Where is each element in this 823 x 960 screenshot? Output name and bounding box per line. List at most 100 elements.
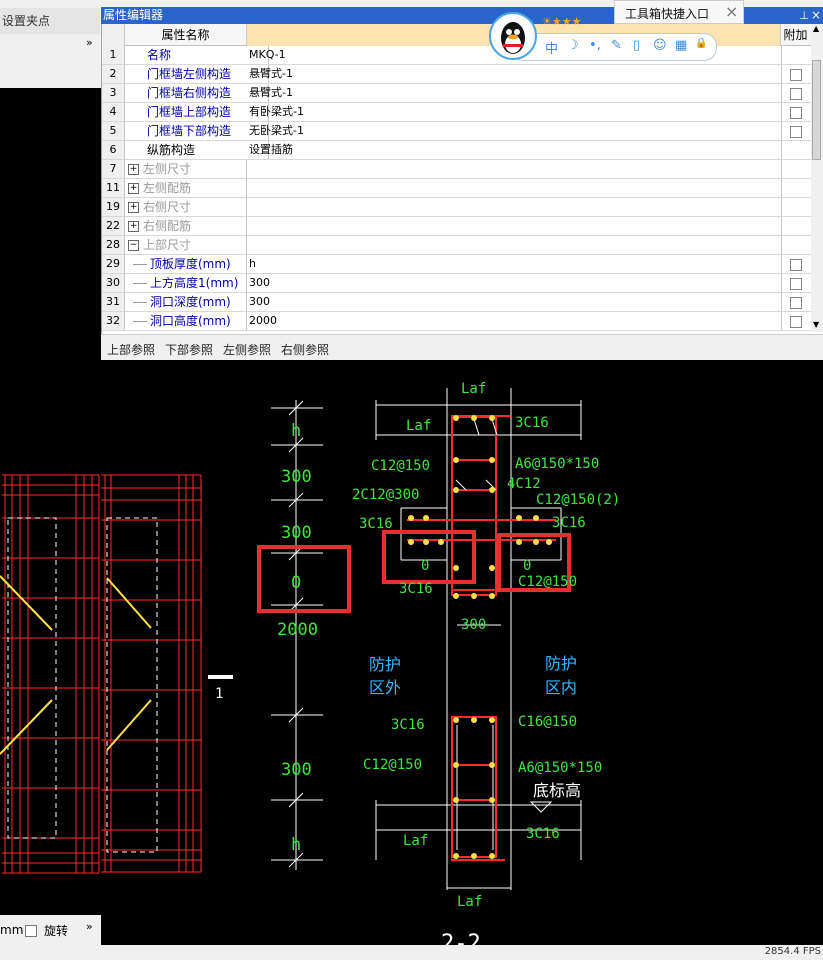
property-row[interactable]: 29 顶板厚度(mm) h — [102, 255, 811, 274]
chinese-input-icon[interactable]: 中 — [545, 38, 558, 57]
snap-point-button[interactable]: 设置夹点 — [0, 8, 100, 34]
section-stirrups — [455, 415, 498, 850]
pin-icon[interactable]: ⊥ — [799, 7, 809, 24]
add-checkbox[interactable] — [790, 297, 802, 309]
row-number: 5 — [102, 122, 125, 140]
property-name-label: 门框墙左侧构造 — [147, 67, 232, 81]
row-number: 29 — [102, 255, 125, 273]
label-zero-left: 0 — [421, 558, 429, 574]
row-number: 30 — [102, 274, 125, 292]
bottom-reference-button[interactable]: 下部参照 — [165, 341, 213, 358]
smiley-icon[interactable]: ☺ — [653, 38, 667, 53]
add-cell — [780, 141, 811, 159]
expand-more-button[interactable]: » — [86, 920, 93, 933]
property-value-cell[interactable]: 300 — [247, 293, 782, 311]
moon-icon[interactable]: ☽ — [567, 38, 579, 53]
property-value-cell[interactable]: 设置插筋 — [247, 141, 782, 159]
label-3c16-right: 3C16 — [552, 515, 586, 531]
property-name-cell: 洞口深度(mm) — [125, 293, 247, 311]
property-row[interactable]: 28− 上部尺寸 — [102, 236, 811, 255]
right-reference-button[interactable]: 右侧参照 — [281, 341, 329, 358]
label-c12-150-2: C12@150(2) — [536, 492, 620, 508]
add-checkbox[interactable] — [790, 107, 802, 119]
property-row[interactable]: 32 洞口高度(mm) 2000 — [102, 312, 811, 331]
property-value-cell[interactable] — [247, 217, 782, 235]
grid-scrollbar[interactable]: ▲ ▼ — [811, 24, 823, 332]
property-row[interactable]: 4 门框墙上部构造 有卧梁式-1 — [102, 103, 811, 122]
wrench-icon[interactable]: ✎ — [611, 38, 622, 53]
property-value-cell[interactable]: 无卧梁式-1 — [247, 122, 782, 140]
scroll-up-icon[interactable]: ▲ — [813, 24, 819, 33]
close-icon[interactable]: × — [811, 7, 821, 24]
property-value-cell[interactable]: 2000 — [247, 312, 782, 330]
left-reference-button[interactable]: 左侧参照 — [223, 341, 271, 358]
property-value-cell[interactable]: 悬臂式-1 — [247, 65, 782, 83]
property-name-cell: + 右侧配筋 — [125, 217, 247, 235]
property-row[interactable]: 6 纵筋构造 设置插筋 — [102, 141, 811, 160]
property-row[interactable]: 3 门框墙右侧构造 悬臂式-1 — [102, 84, 811, 103]
property-row[interactable]: 11 + 左侧配筋 — [102, 179, 811, 198]
label-3c16-top: 3C16 — [515, 415, 549, 431]
add-checkbox[interactable] — [790, 259, 802, 271]
zone-labels: 防护 区外 防护 区内 — [369, 654, 577, 697]
collapse-icon[interactable]: − — [128, 240, 139, 251]
label-300-mid: 300 — [461, 617, 486, 633]
rotate-label: 旋转 — [44, 924, 69, 938]
close-icon[interactable]: × — [725, 2, 738, 21]
property-row[interactable]: 22 + 右侧配筋 — [102, 217, 811, 236]
property-value-cell[interactable] — [247, 160, 782, 178]
left-drawing-svg — [0, 474, 100, 874]
property-value-cell[interactable]: h — [247, 255, 782, 273]
zone-outside-2: 区外 — [369, 678, 401, 697]
label-c12-150-top: C12@150 — [371, 458, 430, 474]
property-value-cell[interactable]: 300 — [247, 274, 782, 292]
property-row[interactable]: 7 + 左侧尺寸 — [102, 160, 811, 179]
property-value-cell[interactable] — [247, 236, 782, 254]
add-checkbox[interactable] — [790, 88, 802, 100]
property-value-cell[interactable] — [247, 198, 782, 216]
left-drawing-canvas[interactable] — [0, 88, 101, 915]
property-name-label: 门框墙下部构造 — [147, 124, 232, 138]
expand-icon[interactable]: + — [128, 221, 139, 232]
add-checkbox[interactable] — [790, 126, 802, 138]
property-row[interactable]: 5 门框墙下部构造 无卧梁式-1 — [102, 122, 811, 141]
property-name-cell: 顶板厚度(mm) — [125, 255, 247, 273]
add-checkbox[interactable] — [790, 69, 802, 81]
property-row[interactable]: 30 上方高度1(mm) 300 — [102, 274, 811, 293]
top-reference-button[interactable]: 上部参照 — [107, 341, 155, 358]
left-panel-bottom: mm 旋转 » — [0, 915, 101, 960]
expand-icon[interactable]: + — [128, 164, 139, 175]
property-grid: 属性名称 附加 1 名称 MKQ-1 2 门框墙左侧构造 悬臂式-1 3 门框墙右侧构造 悬臂式… — [101, 24, 823, 334]
dim-h-top: h — [291, 421, 301, 441]
sun-icon: ☀ — [542, 15, 552, 28]
property-name-label: 门框墙右侧构造 — [147, 86, 232, 100]
qq-penguin-avatar[interactable] — [489, 12, 537, 60]
punctuation-icon[interactable]: •, — [589, 38, 601, 53]
zone-outside-1: 防护 — [369, 655, 401, 674]
toolbox-tooltip[interactable]: 工具箱快捷入口 × — [614, 0, 744, 24]
property-row[interactable]: 2 门框墙左侧构造 悬臂式-1 — [102, 65, 811, 84]
add-checkbox[interactable] — [790, 316, 802, 328]
expand-more-button[interactable]: » — [86, 36, 93, 49]
expand-icon[interactable]: + — [128, 183, 139, 194]
section-title: 2-2 — [441, 931, 481, 945]
scroll-down-icon[interactable]: ▼ — [813, 320, 819, 329]
lock-icon[interactable]: 🔒 — [695, 38, 707, 49]
grid-icon[interactable]: ▦ — [675, 38, 687, 53]
scroll-thumb[interactable] — [812, 60, 821, 160]
dim-2000: 2000 — [277, 620, 318, 640]
section-drawing-canvas[interactable]: 1 h 300 300 0 2000 300 h Laf Laf 3C16 C1… — [101, 360, 823, 956]
property-value-cell[interactable] — [247, 179, 782, 197]
property-value-cell[interactable]: 悬臂式-1 — [247, 84, 782, 102]
zone-inside-2: 区内 — [545, 678, 577, 697]
star-icon: ★★★ — [551, 15, 582, 28]
property-value-cell[interactable]: 有卧梁式-1 — [247, 103, 782, 121]
label-a6-top: A6@150*150 — [515, 456, 599, 472]
property-row[interactable]: 31 洞口深度(mm) 300 — [102, 293, 811, 312]
add-checkbox[interactable] — [790, 278, 802, 290]
property-row[interactable]: 19 + 右侧尺寸 — [102, 198, 811, 217]
clipboard-icon[interactable]: ▯ — [633, 38, 640, 53]
section-drawing-svg: 1 h 300 300 0 2000 300 h Laf Laf 3C16 C1… — [101, 381, 620, 956]
rotate-checkbox[interactable] — [25, 925, 37, 937]
expand-icon[interactable]: + — [128, 202, 139, 213]
